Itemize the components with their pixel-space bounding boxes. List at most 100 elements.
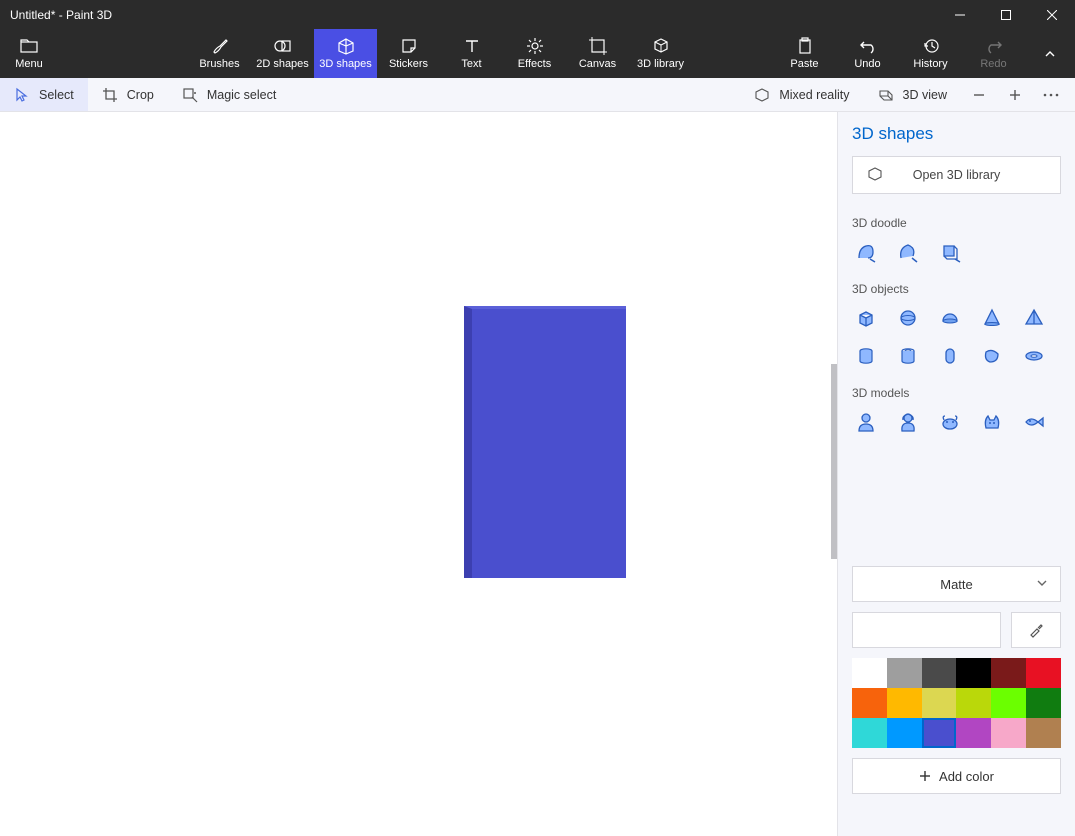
ribbon-collapse[interactable]: [1025, 29, 1075, 78]
brush-icon: [211, 37, 229, 55]
color-swatch[interactable]: [991, 688, 1026, 718]
object-pyramid[interactable]: [1020, 304, 1048, 332]
object-hemisphere[interactable]: [936, 304, 964, 332]
effects-icon: [526, 37, 544, 55]
ribbon-3d-library[interactable]: 3D library: [629, 29, 692, 78]
undo-icon: [859, 37, 877, 55]
zoom-in-button[interactable]: [997, 78, 1033, 111]
canvas[interactable]: [0, 112, 837, 836]
object-torus[interactable]: [1020, 342, 1048, 370]
cursor-icon: [14, 87, 30, 103]
menu-label: Menu: [15, 58, 43, 70]
minimize-button[interactable]: [937, 0, 983, 29]
material-dropdown[interactable]: Matte: [852, 566, 1061, 602]
model-dog[interactable]: [936, 408, 964, 436]
sticker-icon: [400, 37, 418, 55]
add-color-button[interactable]: Add color: [852, 758, 1061, 794]
color-swatch[interactable]: [922, 688, 957, 718]
folder-icon: [20, 37, 38, 55]
model-fish[interactable]: [1020, 408, 1048, 436]
canvas-3d-cube[interactable]: [464, 306, 626, 578]
open-3d-library-button[interactable]: Open 3D library: [852, 156, 1061, 194]
tool-3d-view[interactable]: 3D view: [864, 78, 961, 111]
chevron-down-icon: [1036, 577, 1048, 592]
doodle-soft-edge[interactable]: [852, 238, 880, 266]
library-icon: [652, 37, 670, 55]
more-button[interactable]: [1033, 78, 1069, 111]
model-cat[interactable]: [978, 408, 1006, 436]
ribbon-paste[interactable]: Paste: [773, 29, 836, 78]
text-icon: [463, 37, 481, 55]
redo-icon: [985, 37, 1003, 55]
color-swatch[interactable]: [956, 658, 991, 688]
close-button[interactable]: [1029, 0, 1075, 29]
color-swatch[interactable]: [852, 688, 887, 718]
color-swatch[interactable]: [887, 688, 922, 718]
tool-select[interactable]: Select: [0, 78, 88, 111]
history-icon: [922, 37, 940, 55]
object-cylinder[interactable]: [852, 342, 880, 370]
doodle-sharp-edge[interactable]: [894, 238, 922, 266]
ribbon-3d-shapes[interactable]: 3D shapes: [314, 29, 377, 78]
library-icon: [867, 166, 883, 185]
color-swatch[interactable]: [1026, 688, 1061, 718]
view-3d-icon: [878, 87, 894, 103]
section-3d-objects: 3D objects: [852, 282, 1061, 296]
doodle-tube[interactable]: [936, 238, 964, 266]
tool-crop[interactable]: Crop: [88, 78, 168, 111]
shapes-2d-icon: [274, 37, 292, 55]
color-swatch[interactable]: [991, 718, 1026, 748]
ribbon-effects[interactable]: Effects: [503, 29, 566, 78]
eyedropper-button[interactable]: [1011, 612, 1061, 648]
ribbon-redo: Redo: [962, 29, 1025, 78]
current-color-preview[interactable]: [852, 612, 1001, 648]
color-swatch[interactable]: [1026, 658, 1061, 688]
ribbon-undo[interactable]: Undo: [836, 29, 899, 78]
color-swatch[interactable]: [852, 658, 887, 688]
model-man[interactable]: [852, 408, 880, 436]
object-cone[interactable]: [978, 304, 1006, 332]
magic-select-icon: [182, 87, 198, 103]
menu-button[interactable]: Menu: [0, 29, 58, 78]
ribbon-history[interactable]: History: [899, 29, 962, 78]
ribbon-canvas[interactable]: Canvas: [566, 29, 629, 78]
ribbon-brushes[interactable]: Brushes: [188, 29, 251, 78]
side-panel: 3D shapes Open 3D library 3D doodle 3D o…: [837, 112, 1075, 836]
color-swatch[interactable]: [887, 658, 922, 688]
color-swatch[interactable]: [922, 658, 957, 688]
cube-icon: [337, 37, 355, 55]
color-swatch[interactable]: [887, 718, 922, 748]
color-swatch[interactable]: [922, 718, 957, 748]
crop-icon: [102, 87, 118, 103]
sub-toolbar: Select Crop Magic select Mixed reality 3…: [0, 78, 1075, 112]
canvas-icon: [589, 37, 607, 55]
ribbon-text[interactable]: Text: [440, 29, 503, 78]
tool-magic-select[interactable]: Magic select: [168, 78, 290, 111]
ribbon-2d-shapes[interactable]: 2D shapes: [251, 29, 314, 78]
tool-mixed-reality[interactable]: Mixed reality: [740, 78, 863, 111]
object-capsule[interactable]: [936, 342, 964, 370]
canvas-scrollbar[interactable]: [831, 364, 837, 559]
zoom-out-button[interactable]: [961, 78, 997, 111]
paste-icon: [796, 37, 814, 55]
ribbon: Menu Brushes 2D shapes 3D shapes Sticker…: [0, 29, 1075, 78]
color-swatch[interactable]: [956, 718, 991, 748]
color-swatch[interactable]: [956, 688, 991, 718]
object-cube[interactable]: [852, 304, 880, 332]
object-tube-shape[interactable]: [894, 342, 922, 370]
object-sphere[interactable]: [894, 304, 922, 332]
panel-title: 3D shapes: [852, 124, 1061, 144]
section-3d-doodle: 3D doodle: [852, 216, 1061, 230]
color-swatch[interactable]: [991, 658, 1026, 688]
mixed-reality-icon: [754, 87, 770, 103]
object-curved[interactable]: [978, 342, 1006, 370]
title-bar: Untitled* - Paint 3D: [0, 0, 1075, 29]
window-title: Untitled* - Paint 3D: [10, 8, 937, 22]
color-swatch[interactable]: [1026, 718, 1061, 748]
color-palette: [852, 658, 1061, 748]
section-3d-models: 3D models: [852, 386, 1061, 400]
maximize-button[interactable]: [983, 0, 1029, 29]
model-woman[interactable]: [894, 408, 922, 436]
ribbon-stickers[interactable]: Stickers: [377, 29, 440, 78]
color-swatch[interactable]: [852, 718, 887, 748]
